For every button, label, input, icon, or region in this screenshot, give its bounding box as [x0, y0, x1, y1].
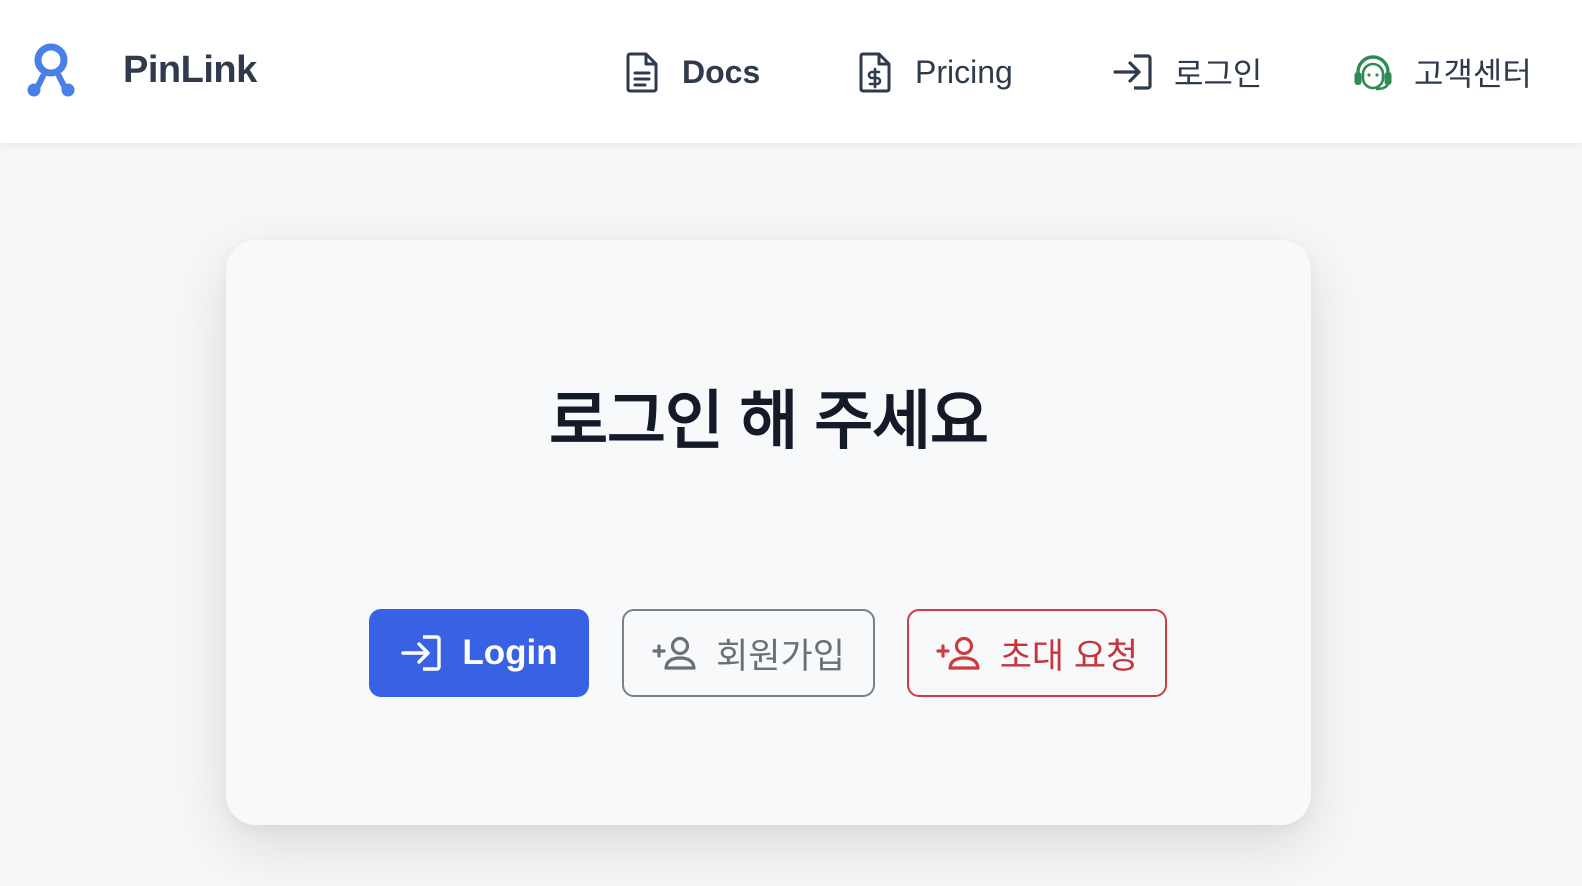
signup-button[interactable]: 회원가입 — [622, 609, 875, 697]
login-arrow-icon — [401, 635, 442, 671]
add-user-icon — [652, 636, 696, 670]
brand-name: PinLink — [123, 49, 257, 91]
nav-support-link[interactable]: 고객센터 — [1352, 48, 1532, 96]
nav-docs-label: Docs — [682, 53, 761, 90]
invite-request-button[interactable]: 초대 요청 — [907, 609, 1167, 697]
nav-docs-link[interactable]: Docs — [622, 48, 760, 96]
nav-login-link[interactable]: 로그인 — [1112, 48, 1262, 96]
nav-pricing-link[interactable]: Pricing — [855, 48, 1013, 96]
brand[interactable]: PinLink — [26, 40, 257, 98]
login-arrow-icon — [1113, 54, 1152, 90]
invite-button-label: 초대 요청 — [999, 636, 1139, 676]
login-button-label: Login — [462, 633, 558, 672]
login-card: 로그인 해 주세요 Login 회원가입 초대 요청 — [226, 240, 1311, 825]
headset-icon — [1354, 55, 1392, 91]
nav-login-label: 로그인 — [1174, 56, 1263, 92]
login-button[interactable]: Login — [369, 609, 589, 697]
price-document-icon — [859, 52, 891, 93]
signup-button-label: 회원가입 — [716, 636, 845, 676]
document-icon — [626, 52, 658, 93]
page-title: 로그인 해 주세요 — [549, 385, 989, 457]
nav-pricing-label: Pricing — [915, 53, 1013, 90]
top-navbar: PinLink Docs Pricing 로그인 고객센터 — [0, 0, 1582, 143]
nav-support-label: 고객센터 — [1414, 56, 1532, 92]
add-user-icon — [936, 636, 980, 670]
pinlink-logo-icon — [27, 43, 75, 97]
